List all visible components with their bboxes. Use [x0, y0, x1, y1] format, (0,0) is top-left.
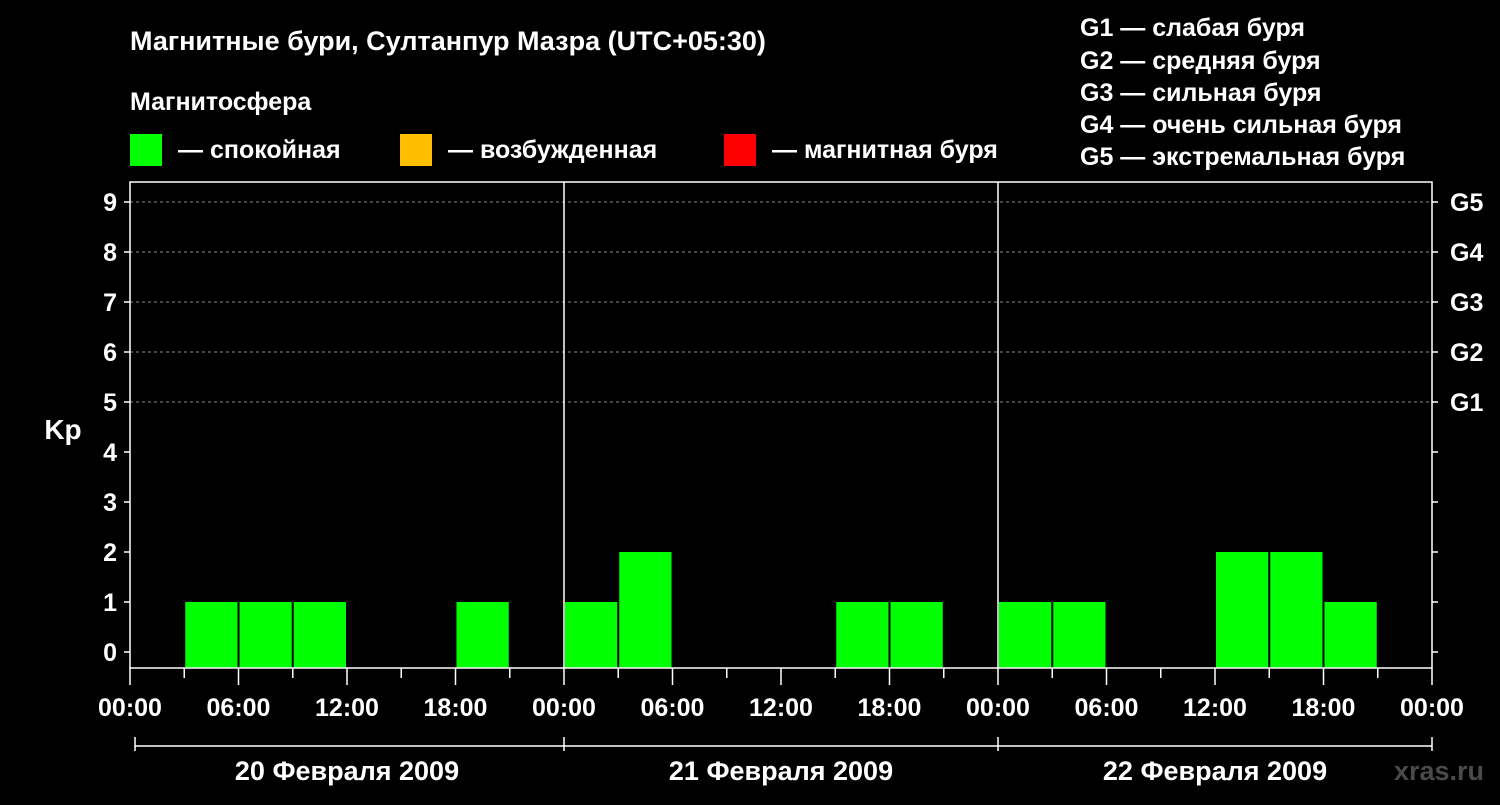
kp-bar-7: [890, 602, 943, 668]
y-tick-label-6: 6: [103, 339, 117, 367]
g-level-label-g1: G1: [1450, 389, 1483, 417]
kp-bar-4: [565, 602, 618, 668]
y-tick-label-4: 4: [103, 439, 117, 467]
x-tick-label-4: 00:00: [532, 694, 596, 722]
y-tick-label-0: 0: [103, 639, 117, 667]
x-tick-label-11: 18:00: [1292, 694, 1356, 722]
grid-lines: [130, 201, 1432, 403]
x-tick-label-0: 00:00: [98, 694, 162, 722]
kp-bar-3: [456, 602, 509, 668]
kp-bar-11: [1270, 552, 1323, 668]
kp-bar-12: [1324, 602, 1377, 668]
chart-title: Магнитные бури, Султанпур Мазра (UTC+05:…: [130, 26, 766, 56]
g-legend-g5: G5 — экстремальная буря: [1080, 143, 1405, 171]
x-tick-label-1: 06:00: [207, 694, 271, 722]
day-label-0: 20 Февраля 2009: [235, 756, 459, 786]
g-level-label-g5: G5: [1450, 189, 1483, 217]
watermark: xras.ru: [1394, 756, 1484, 786]
legend-label-quiet: — спокойная: [178, 136, 341, 164]
kp-bar-1: [239, 602, 292, 668]
y-tick-label-2: 2: [103, 539, 117, 567]
kp-bar-0: [185, 602, 238, 668]
x-tick-label-8: 00:00: [966, 694, 1030, 722]
g-level-label-g3: G3: [1450, 289, 1483, 317]
legend-swatch-excited: [400, 134, 432, 166]
legend-label-storm: — магнитная буря: [772, 136, 998, 164]
day-label-1: 21 Февраля 2009: [669, 756, 893, 786]
day-label-2: 22 Февраля 2009: [1103, 756, 1327, 786]
y-tick-label-1: 1: [103, 589, 117, 617]
chart-container: Магнитные бури, Султанпур Мазра (UTC+05:…: [0, 0, 1500, 800]
g-legend-g4: G4 — очень сильная буря: [1080, 111, 1402, 139]
kp-bar-2: [293, 602, 346, 668]
g-level-ticks: G1 G2 G3 G4 G5: [1450, 189, 1483, 417]
kp-bar-10: [1216, 552, 1269, 668]
y-tick-label-3: 3: [103, 489, 117, 517]
g-level-label-g2: G2: [1450, 339, 1483, 367]
y-tick-label-5: 5: [103, 389, 117, 417]
x-tick-label-9: 06:00: [1075, 694, 1139, 722]
x-tick-label-7: 18:00: [858, 694, 922, 722]
x-tick-label-6: 12:00: [749, 694, 813, 722]
chart-subtitle: Магнитосфера: [130, 88, 312, 116]
y-tick-label-8: 8: [103, 239, 117, 267]
legend-swatch-storm: [724, 134, 756, 166]
g-legend-g2: G2 — средняя буря: [1080, 47, 1321, 75]
legend-label-excited: — возбужденная: [448, 136, 657, 164]
legend-swatch-quiet: [130, 134, 162, 166]
kp-bar-8: [999, 602, 1052, 668]
x-tick-label-5: 06:00: [641, 694, 705, 722]
x-tick-label-3: 18:00: [424, 694, 488, 722]
x-axis-ticks: 00:00 06:00 12:00 18:00 00:00 06:00 12:00 18:00…: [98, 668, 1464, 722]
kp-bar-6: [836, 602, 889, 668]
g-level-label-g4: G4: [1450, 239, 1483, 267]
kp-chart: Магнитные бури, Султанпур Мазра (UTC+05:…: [44, 14, 1484, 786]
day-brackets: 20 Февраля 2009 21 Февраля 2009 22 Февраля…: [134, 737, 1433, 786]
x-tick-label-12: 00:00: [1400, 694, 1464, 722]
kp-bar-9: [1053, 602, 1106, 668]
kp-bar-5: [619, 552, 672, 668]
g-legend-g3: G3 — сильная буря: [1080, 79, 1322, 107]
y-tick-label-9: 9: [103, 189, 117, 217]
g-legend-g1: G1 — слабая буря: [1080, 14, 1305, 42]
y-tick-label-7: 7: [103, 289, 117, 317]
x-tick-label-2: 12:00: [315, 694, 379, 722]
y-axis-label: Kp: [44, 414, 81, 445]
x-tick-label-10: 12:00: [1183, 694, 1247, 722]
bars: [185, 552, 1377, 668]
